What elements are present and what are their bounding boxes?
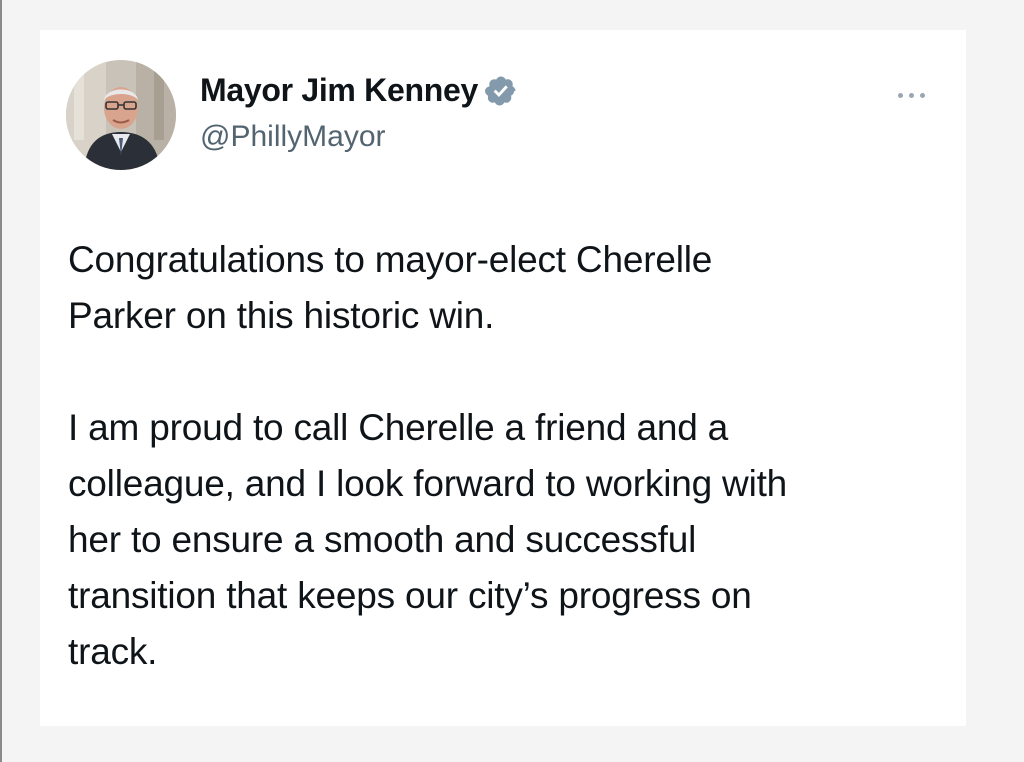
tweet-line: track. <box>68 631 158 672</box>
avatar[interactable] <box>66 60 176 170</box>
author-display-name[interactable]: Mayor Jim Kenney <box>200 72 478 109</box>
more-dot <box>909 92 914 98</box>
tweet-line: I am proud to call Cherelle a friend and… <box>68 407 729 448</box>
tweet-paragraph: Congratulations to mayor-elect Cherelle … <box>68 232 948 344</box>
profile-photo-icon <box>66 60 176 170</box>
window-left-edge <box>0 0 2 762</box>
tweet-line: transition that keeps our city’s progres… <box>68 575 752 616</box>
tweet-body: Congratulations to mayor-elect Cherelle … <box>68 232 948 680</box>
more-dot <box>920 92 925 98</box>
tweet-paragraph: I am proud to call Cherelle a friend and… <box>68 400 948 680</box>
tweet-line: colleague, and I look forward to working… <box>68 463 788 504</box>
tweet-line: Congratulations to mayor-elect Cherelle <box>68 239 713 280</box>
more-dot <box>898 92 903 98</box>
tweet-line: Parker on this historic win. <box>68 295 495 336</box>
author-handle[interactable]: @PhillyMayor <box>200 120 386 154</box>
verified-badge-icon <box>484 74 518 108</box>
more-options-icon[interactable] <box>898 88 938 102</box>
author-name-row: Mayor Jim Kenney <box>200 72 518 109</box>
tweet-line: her to ensure a smooth and successful <box>68 519 697 560</box>
